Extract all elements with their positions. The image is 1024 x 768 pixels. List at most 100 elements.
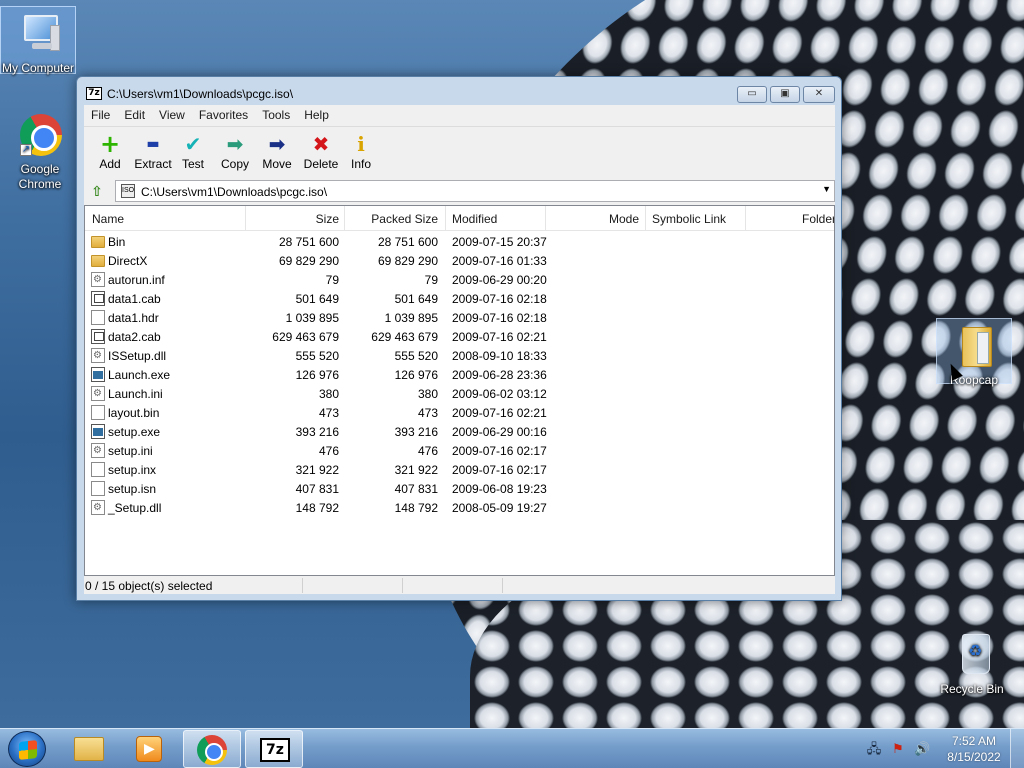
file-row[interactable]: autorun.inf 79 79 2009-06-29 00:20 <box>85 270 834 289</box>
move-button[interactable]: ➡ Move <box>256 133 298 171</box>
copy-button[interactable]: ➡ Copy <box>214 133 256 171</box>
gear-file-icon <box>91 272 105 287</box>
system-clock[interactable]: 7:52 AM 8/15/2022 <box>940 733 1008 765</box>
file-packed-size: 1 039 895 <box>384 311 438 325</box>
folder-icon <box>74 737 104 761</box>
file-packed-size: 629 463 679 <box>371 330 438 344</box>
taskbar: 7z 🖧 ⚑ 🔊 7:52 AM 8/15/2022 <box>0 728 1024 768</box>
file-row[interactable]: DirectX 69 829 290 69 829 290 2009-07-16 01… <box>85 251 834 270</box>
up-folder-button[interactable]: ⇧ <box>86 181 108 201</box>
file-packed-size: 380 <box>417 387 438 401</box>
7zip-logo-icon: 7z <box>86 87 102 100</box>
file-name: _Setup.dll <box>108 501 162 515</box>
add-button[interactable]: + Add <box>89 130 131 171</box>
selection-status: 0 / 15 object(s) selected <box>85 579 213 593</box>
file-modified: 2009-06-02 03:12 <box>452 387 547 401</box>
file-modified: 2009-06-29 00:20 <box>452 273 547 287</box>
column-header-name[interactable]: Name <box>92 212 124 226</box>
column-header-symbolic-link[interactable]: Symbolic Link <box>652 212 726 226</box>
menu-tools[interactable]: Tools <box>255 105 297 122</box>
desktop-icon-my-computer[interactable]: My Computer <box>0 6 76 75</box>
chevron-down-icon[interactable]: ▼ <box>822 184 831 194</box>
file-row[interactable]: data2.cab 629 463 679 629 463 679 2009-07-1… <box>85 327 834 346</box>
desktop-icon-label: Roopcap <box>949 373 999 387</box>
volume-icon[interactable]: 🔊 <box>914 741 930 757</box>
file-row[interactable]: Bin 28 751 600 28 751 600 2009-07-15 20:37 <box>85 232 834 251</box>
file-packed-size: 79 <box>424 273 438 287</box>
column-header-mode[interactable]: Mode <box>609 212 639 226</box>
file-row[interactable]: _Setup.dll 148 792 148 792 2008-05-09 19:27 <box>85 498 834 517</box>
file-list[interactable]: Name Size Packed Size Modified Mode Symb… <box>84 205 835 576</box>
close-button[interactable]: ✕ <box>803 86 835 103</box>
computer-icon <box>14 11 62 59</box>
chrome-icon <box>197 735 227 765</box>
desktop-icon-google-chrome[interactable]: ↗ Google Chrome <box>2 108 78 192</box>
delete-label: Delete <box>303 157 339 171</box>
plus-icon: + <box>99 130 121 158</box>
taskbar-media-player[interactable] <box>120 730 178 768</box>
menu-file[interactable]: File <box>84 105 117 122</box>
file-row[interactable]: setup.ini 476 476 2009-07-16 02:17 <box>85 441 834 460</box>
menu-help[interactable]: Help <box>297 105 336 122</box>
file-size: 321 922 <box>295 463 339 477</box>
start-button[interactable] <box>8 731 46 767</box>
file-packed-size: 148 792 <box>394 501 438 515</box>
address-input[interactable]: ISO C:\Users\vm1\Downloads\pcgc.iso\ ▼ <box>115 180 835 202</box>
toolbar: + Add ▬ Extract ✔ Test ➡ Copy ➡ Move ✖ D… <box>84 126 835 178</box>
file-packed-size: 393 216 <box>394 425 438 439</box>
copy-label: Copy <box>220 157 249 171</box>
file-row[interactable]: setup.inx 321 922 321 922 2009-07-16 02:17 <box>85 460 834 479</box>
file-row[interactable]: Launch.ini 380 380 2009-06-02 03:12 <box>85 384 834 403</box>
column-header-modified[interactable]: Modified <box>452 212 497 226</box>
file-row[interactable]: setup.isn 407 831 407 831 2009-06-08 19:23 <box>85 479 834 498</box>
file-size: 148 792 <box>295 501 339 515</box>
delete-button[interactable]: ✖ Delete <box>298 133 344 171</box>
gear-file-icon <box>91 443 105 458</box>
file-row[interactable]: ISSetup.dll 555 520 555 520 2008-09-10 18:3… <box>85 346 834 365</box>
taskbar-explorer[interactable] <box>60 730 118 768</box>
network-icon[interactable]: 🖧 <box>866 741 882 757</box>
menu-edit[interactable]: Edit <box>117 105 152 122</box>
media-player-icon <box>136 736 162 762</box>
file-modified: 2009-07-16 02:17 <box>452 444 547 458</box>
file-row[interactable]: Launch.exe 126 976 126 976 2009-06-28 23:36 <box>85 365 834 384</box>
column-header-folder[interactable]: Folder <box>802 212 834 226</box>
show-desktop-button[interactable] <box>1010 729 1024 768</box>
desktop-icon-label: Google Chrome <box>18 162 62 191</box>
taskbar-chrome[interactable] <box>183 730 241 768</box>
file-name: setup.inx <box>108 463 157 477</box>
file-packed-size: 501 649 <box>394 292 438 306</box>
column-header-packed-size[interactable]: Packed Size <box>371 212 438 226</box>
file-size: 473 <box>318 406 339 420</box>
file-name: setup.isn <box>108 482 157 496</box>
desktop-icon-roopcap[interactable]: Roopcap <box>936 318 1012 387</box>
address-bar: ⇧ ISO C:\Users\vm1\Downloads\pcgc.iso\ ▼ <box>84 179 835 203</box>
file-packed-size: 126 976 <box>394 368 438 382</box>
file-size: 28 751 600 <box>278 235 339 249</box>
taskbar-7zip[interactable]: 7z <box>245 730 303 768</box>
windows-logo-icon <box>19 740 37 760</box>
file-packed-size: 28 751 600 <box>377 235 438 249</box>
file-row[interactable]: setup.exe 393 216 393 216 2009-06-29 00:16 <box>85 422 834 441</box>
column-header-size[interactable]: Size <box>316 212 339 226</box>
folder-icon <box>91 236 105 248</box>
file-row[interactable]: data1.cab 501 649 501 649 2009-07-16 02:18 <box>85 289 834 308</box>
maximize-button[interactable]: ▣ <box>770 86 800 103</box>
test-button[interactable]: ✔ Test <box>172 133 214 171</box>
minimize-button[interactable]: ▭ <box>737 86 767 103</box>
file-size: 555 520 <box>295 349 339 363</box>
file-packed-size: 69 829 290 <box>377 254 438 268</box>
window-titlebar[interactable]: 7z C:\Users\vm1\Downloads\pcgc.iso\ ▭ ▣ … <box>77 77 841 105</box>
desktop-icon-recycle-bin[interactable]: Recycle Bin <box>934 628 1010 697</box>
menu-favorites[interactable]: Favorites <box>192 105 255 122</box>
chrome-icon: ↗ <box>16 112 64 160</box>
file-modified: 2008-09-10 18:33 <box>452 349 547 363</box>
file-row[interactable]: data1.hdr 1 039 895 1 039 895 2009-07-16 02… <box>85 308 834 327</box>
info-button[interactable]: i Info <box>340 133 382 171</box>
action-center-flag-icon[interactable]: ⚑ <box>890 741 906 757</box>
extract-button[interactable]: ▬ Extract <box>130 133 176 171</box>
menu-view[interactable]: View <box>152 105 192 122</box>
file-row[interactable]: layout.bin 473 473 2009-07-16 02:21 <box>85 403 834 422</box>
7zip-window: 7z C:\Users\vm1\Downloads\pcgc.iso\ ▭ ▣ … <box>76 76 842 601</box>
file-name: autorun.inf <box>108 273 165 287</box>
